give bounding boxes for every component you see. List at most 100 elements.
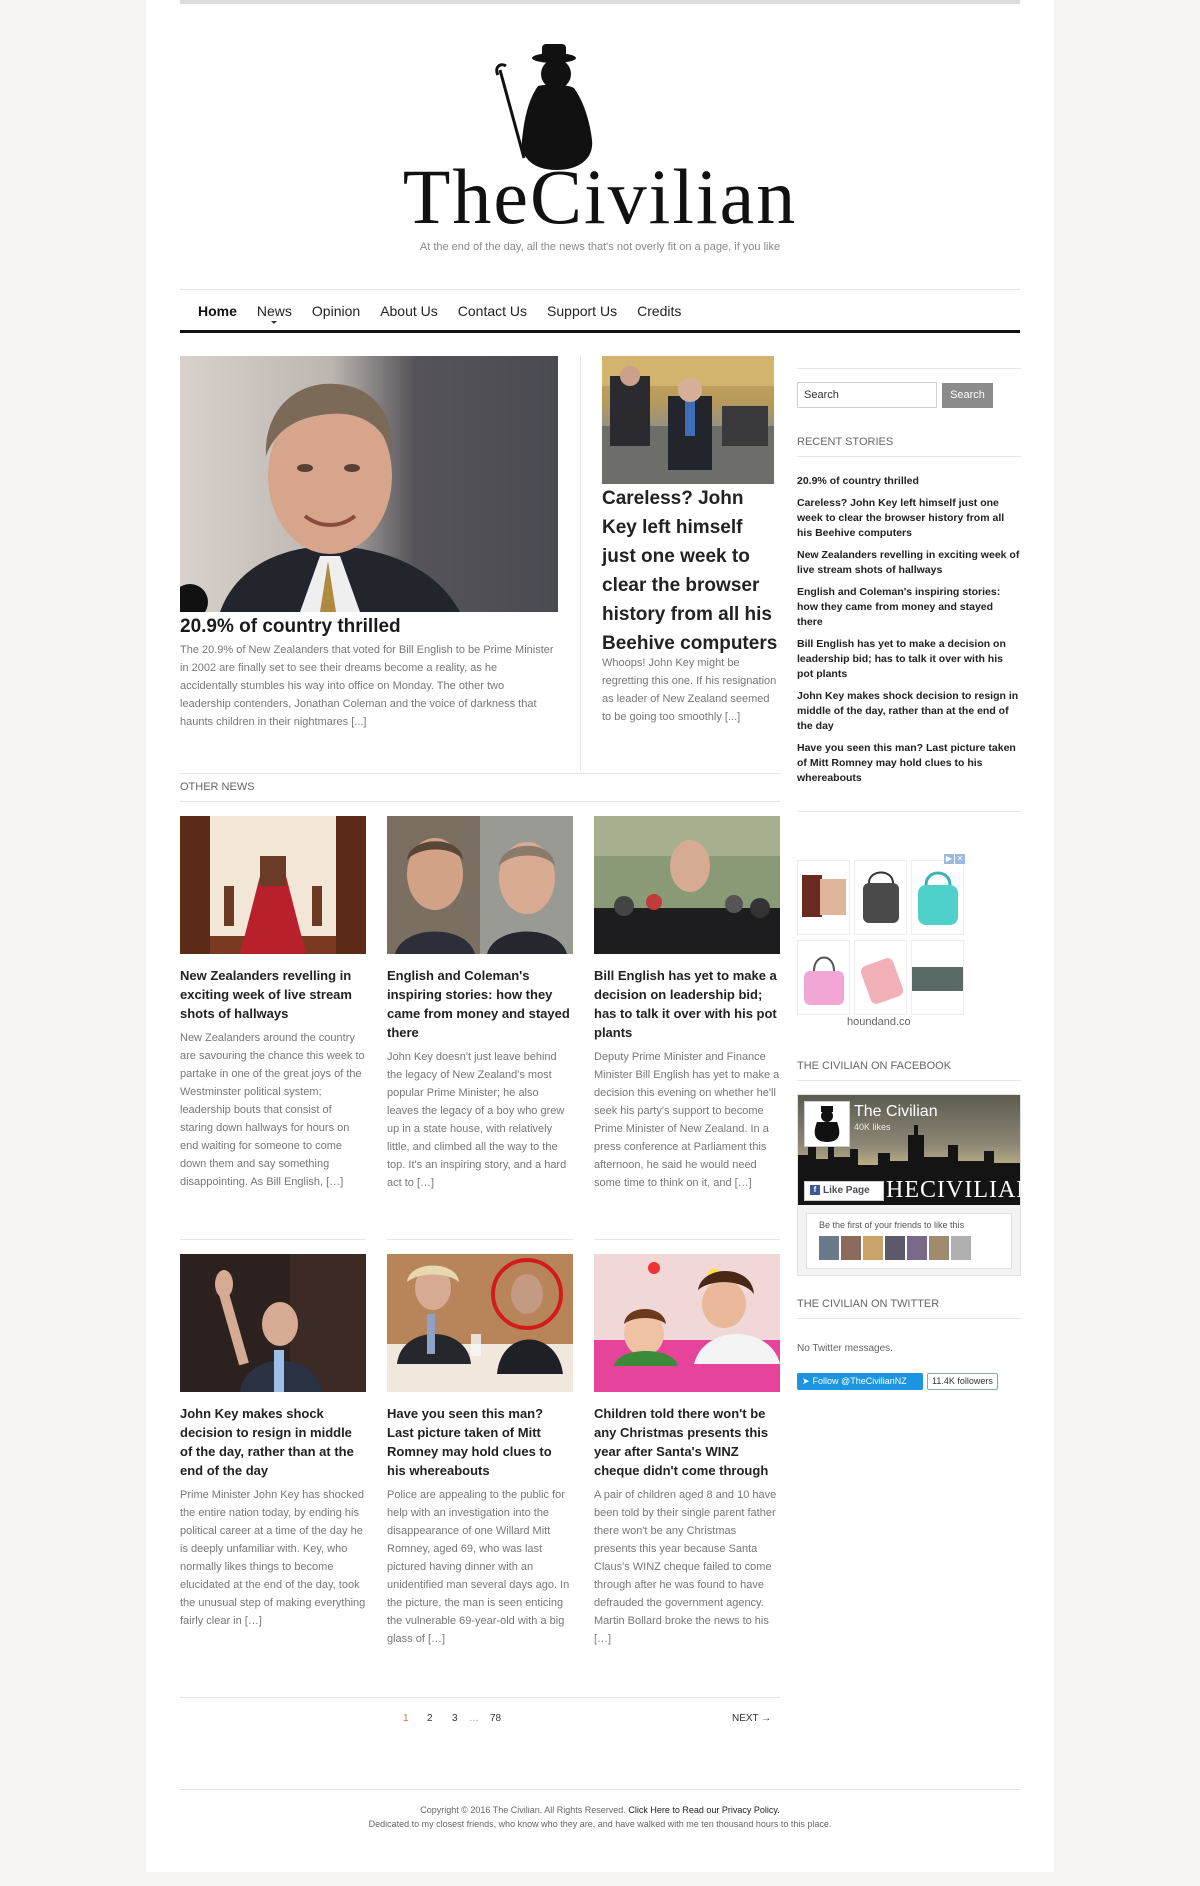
news-card-image[interactable] <box>387 1254 573 1392</box>
footer-rule <box>180 1789 1020 1790</box>
page-link[interactable]: 3 <box>452 1713 458 1724</box>
next-page-link[interactable]: NEXT → <box>732 1713 771 1724</box>
nav-item-contact-us[interactable]: Contact Us <box>448 290 537 319</box>
search-input[interactable]: Search <box>797 382 937 408</box>
nav-item-about-us[interactable]: About Us <box>370 290 448 319</box>
news-card-title[interactable]: Children told there won't be any Christm… <box>594 1404 780 1480</box>
ad-product-tile[interactable] <box>911 940 964 1015</box>
politicians-photo <box>387 816 573 954</box>
recent-story-link[interactable]: Careless? John Key left himself just one… <box>797 496 1021 548</box>
featured-story-title[interactable]: 20.9% of country thrilled <box>180 616 560 638</box>
friend-avatar[interactable] <box>863 1236 883 1260</box>
facebook-page-name[interactable]: The Civilian <box>854 1103 938 1121</box>
facebook-cover-brand: HECIVILIAN <box>886 1177 1035 1203</box>
friend-avatar[interactable] <box>951 1236 971 1260</box>
top-rule <box>180 0 1020 4</box>
featured-photo-illustration <box>180 383 460 612</box>
news-card-title[interactable]: English and Coleman's inspiring stories:… <box>387 966 573 1042</box>
featured-story-excerpt: The 20.9% of New Zealanders that voted f… <box>180 644 554 728</box>
ad-product-tile[interactable] <box>854 860 907 935</box>
recent-story-link[interactable]: Bill English has yet to make a decision … <box>797 637 1021 689</box>
ad-product-tile[interactable] <box>854 940 907 1015</box>
news-card-image[interactable] <box>180 816 366 954</box>
news-card[interactable]: Have you seen this man? Last picture tak… <box>387 1254 573 1648</box>
recent-story-link[interactable]: 20.9% of country thrilled <box>797 474 1021 496</box>
masthead[interactable]: TheCivilian At the end of the day, all t… <box>146 40 1054 255</box>
news-card[interactable]: John Key makes shock decision to resign … <box>180 1254 366 1630</box>
news-card-excerpt: New Zealanders around the country are sa… <box>180 1032 365 1188</box>
footer-dedication: Dedicated to my closest friends, who kno… <box>368 1819 832 1829</box>
twitter-followers-count[interactable]: 11.4K followers <box>927 1373 998 1390</box>
friend-avatar[interactable] <box>819 1236 839 1260</box>
ad-url[interactable]: houndand.co <box>847 1016 911 1028</box>
news-card-title[interactable]: John Key makes shock decision to resign … <box>180 1404 366 1480</box>
friend-avatar[interactable] <box>929 1236 949 1260</box>
recent-story-link[interactable]: John Key makes shock decision to resign … <box>797 689 1021 741</box>
twitter-rule <box>797 1318 1021 1319</box>
recent-stories-heading: RECENT STORIES <box>797 436 894 448</box>
other-news-top-rule <box>180 773 780 774</box>
news-card[interactable]: Children told there won't be any Christm… <box>594 1254 780 1648</box>
news-card-excerpt: Deputy Prime Minister and Finance Minist… <box>594 1051 780 1189</box>
facebook-heading: THE CIVILIAN ON FACEBOOK <box>797 1060 952 1072</box>
page-link-last[interactable]: 78 <box>490 1713 501 1724</box>
news-card[interactable]: New Zealanders revelling in exciting wee… <box>180 816 366 1191</box>
news-card-image[interactable] <box>594 1254 780 1392</box>
site-tagline: At the end of the day, all the news that… <box>419 241 781 253</box>
news-card-title[interactable]: Bill English has yet to make a decision … <box>594 966 780 1042</box>
news-card-title[interactable]: Have you seen this man? Last picture tak… <box>387 1404 573 1480</box>
card-rule <box>180 1239 366 1240</box>
twitter-follow-button[interactable]: ➤ Follow @TheCivilianNZ <box>797 1373 923 1390</box>
handbag-icon <box>918 871 958 925</box>
recent-story-link[interactable]: New Zealanders revelling in exciting wee… <box>797 548 1021 585</box>
facebook-page-avatar[interactable] <box>804 1101 850 1147</box>
waving-photo <box>180 1254 366 1392</box>
recent-story-link[interactable]: Have you seen this man? Last picture tak… <box>797 741 1021 793</box>
twitter-heading: THE CIVILIAN ON TWITTER <box>797 1298 940 1310</box>
news-card-image[interactable] <box>387 816 573 954</box>
news-card-image[interactable] <box>180 1254 366 1392</box>
facebook-like-button[interactable]: f Like Page <box>804 1181 884 1201</box>
news-card-image[interactable] <box>594 816 780 954</box>
handbag-icon <box>802 875 846 917</box>
page-link[interactable]: 2 <box>427 1713 433 1724</box>
search-button[interactable]: Search <box>942 383 993 408</box>
nav-item-credits[interactable]: Credits <box>627 290 691 319</box>
news-card[interactable]: Bill English has yet to make a decision … <box>594 816 780 1192</box>
page: TheCivilian At the end of the day, all t… <box>146 0 1054 1872</box>
card-rule <box>387 1239 573 1240</box>
friend-avatar[interactable] <box>907 1236 927 1260</box>
recent-story-link[interactable]: English and Coleman's inspiring stories:… <box>797 585 1021 637</box>
recent-stories-rule <box>797 456 1021 457</box>
ad-product-tile[interactable] <box>911 860 964 935</box>
news-card-title[interactable]: New Zealanders revelling in exciting wee… <box>180 966 366 1023</box>
facebook-widget[interactable]: The Civilian 40K likes f Like Page HECIVI… <box>797 1094 1034 1276</box>
handbag-icon <box>863 871 899 923</box>
chevron-down-icon <box>271 321 278 324</box>
recent-stories-end-rule <box>797 811 1021 812</box>
ad-product-tile[interactable] <box>797 940 850 1015</box>
pagination-rule <box>180 1697 780 1698</box>
close-icon[interactable]: ✕ <box>955 854 965 864</box>
handbag-icon <box>912 967 963 991</box>
nav-item-opinion[interactable]: Opinion <box>302 290 370 319</box>
advertisement[interactable]: ▶ ✕ <box>797 854 967 1030</box>
featured-story-image[interactable] <box>180 356 558 612</box>
secondary-story-title[interactable]: Careless? John Key left himself just one… <box>602 484 778 658</box>
ad-product-tile[interactable] <box>797 860 850 935</box>
friend-avatar[interactable] <box>885 1236 905 1260</box>
page-link-current[interactable]: 1 <box>403 1713 409 1724</box>
twitter-follow-label: Follow @TheCivilianNZ <box>812 1376 907 1386</box>
nav-item-support-us[interactable]: Support Us <box>537 290 627 319</box>
nav-item-news[interactable]: News <box>247 290 302 324</box>
nav-item-home[interactable]: Home <box>188 290 247 319</box>
ad-choices-icon[interactable]: ▶ <box>944 854 954 864</box>
privacy-policy-link[interactable]: Click Here to Read our Privacy Policy. <box>628 1805 779 1815</box>
secondary-story-image[interactable] <box>602 356 774 484</box>
recent-stories-list: 20.9% of country thrilled Careless? John… <box>797 474 1021 793</box>
friend-avatar[interactable] <box>841 1236 861 1260</box>
card-rule <box>594 1239 780 1240</box>
facebook-cover: The Civilian 40K likes f Like Page HECIVI… <box>798 1095 1034 1205</box>
secondary-photo-illustration <box>602 356 774 484</box>
news-card[interactable]: English and Coleman's inspiring stories:… <box>387 816 573 1192</box>
